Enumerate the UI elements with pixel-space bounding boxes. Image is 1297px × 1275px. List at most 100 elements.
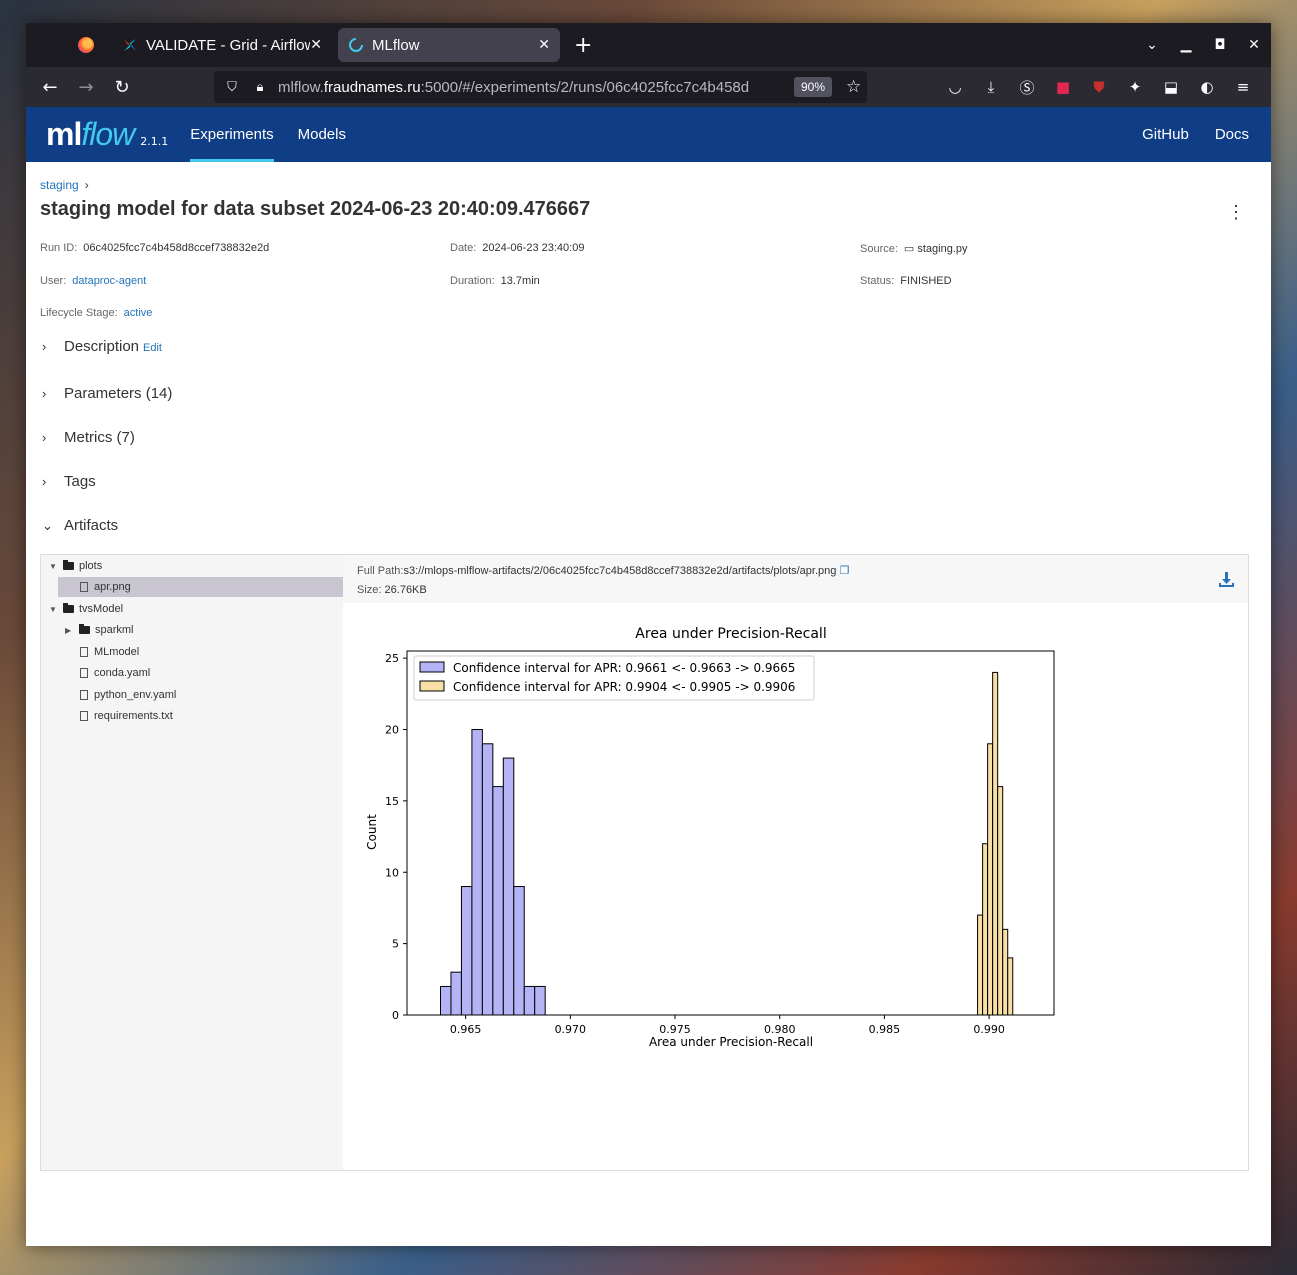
pocket-icon[interactable]: ◡ [937,78,973,96]
histogram-bar-series-1 [492,786,504,1016]
edit-description-link[interactable]: Edit [143,342,162,354]
code-file-icon [80,668,88,678]
forward-icon[interactable]: → [68,77,104,98]
header-links: GitHub Docs [1116,107,1249,162]
tree-label: MLmodel [94,646,140,658]
tree-label: tvsModel [79,603,124,615]
file-icon [80,647,88,657]
histogram-bar-series-1 [534,985,546,1016]
mlflow-logo[interactable]: mlflow [46,116,135,153]
back-icon[interactable]: ← [32,77,68,98]
section-artifacts[interactable]: ⌄ Artifacts [42,517,118,534]
reload-icon[interactable]: ↻ [104,77,140,98]
expanded-triangle-icon: ▼ [49,561,57,571]
zoom-level[interactable]: 90% [794,77,833,97]
x-tick-label: 0.965 [450,1023,482,1036]
loading-icon [348,37,364,53]
section-metrics[interactable]: › Metrics (7) [42,429,135,446]
lock-icon[interactable]: 🔒︎ [250,79,270,95]
histogram-bar-series-2 [982,843,989,1016]
download-icon[interactable] [1218,571,1234,587]
x-tick-label: 0.990 [973,1023,1005,1036]
user-link[interactable]: dataproc-agent [72,275,146,287]
y-tick-label: 0 [392,1009,399,1022]
minimize-icon[interactable]: ▁ [1169,37,1203,53]
tab-strip: VALIDATE - Grid - Airflow ✕ MLflow ✕ + ⌄… [26,23,1271,67]
tree-file-requirements[interactable]: requirements.txt [80,706,173,726]
ublock-icon[interactable]: ⛊ [1081,78,1117,96]
maximize-icon[interactable]: ◘ [1203,37,1237,53]
date-value: 2024-06-23 23:40:09 [482,242,585,254]
url-path: :5000/#/experiments/2/runs/06c4025fcc7c4… [420,78,750,96]
tree-label: conda.yaml [94,667,151,679]
section-artifacts-label: Artifacts [64,517,119,534]
paw-extension-icon[interactable]: ✦ [1117,78,1153,96]
histogram-bar-series-1 [513,886,525,1016]
docs-link[interactable]: Docs [1215,126,1249,143]
close-tab-icon[interactable]: ✕ [310,37,322,53]
lock-extension-icon[interactable]: ■ [1045,78,1081,96]
histogram-bar-series-2 [977,914,984,1016]
image-file-icon [80,582,88,592]
y-tick-label: 10 [385,866,399,879]
tab-mlflow[interactable]: MLflow ✕ [338,28,560,62]
breadcrumb-staging[interactable]: staging [40,178,79,192]
new-tab-button[interactable]: + [574,33,592,58]
section-description[interactable]: › Description Edit [42,338,162,355]
tree-folder-plots[interactable]: ▼ plots [49,556,102,576]
list-tabs-icon[interactable]: ⌄ [1135,37,1169,53]
address-bar[interactable]: ⛉ 🔒︎ mlflow.fraudnames.ru:5000/#/experim… [214,71,867,103]
y-tick-label: 15 [385,795,399,808]
tree-folder-sparkml[interactable]: ▶ sparkml [65,620,134,640]
run-id-key: Run ID: [40,242,78,254]
status-field: Status: FINISHED [860,275,952,287]
logo-ml: ml [46,116,82,152]
firefox-icon[interactable] [78,37,94,53]
run-id-field: Run ID: 06c4025fcc7c4b458d8ccef738832e2d [40,242,269,254]
close-window-icon[interactable]: ✕ [1237,37,1271,53]
histogram-bar-series-1 [440,985,452,1016]
downloads-icon[interactable]: ⤓ [973,78,1009,96]
x-tick-label: 0.985 [869,1023,901,1036]
laptop-icon: ▭ [903,243,918,255]
tab-airflow[interactable]: VALIDATE - Grid - Airflow ✕ [112,28,332,62]
artifact-path: Full Path:s3://mlops-mlflow-artifacts/2/… [357,564,849,577]
extensions-icon[interactable]: ⬓ [1153,78,1189,96]
tree-folder-tvsmodel[interactable]: ▼ tvsModel [49,599,123,619]
tree-file-python-env[interactable]: python_env.yaml [80,685,176,705]
apr-histogram-chart: Area under Precision-Recall Count Area u… [365,626,1055,1047]
tree-file-conda[interactable]: conda.yaml [80,663,150,683]
close-tab-icon[interactable]: ✕ [538,37,550,53]
lifecycle-key: Lifecycle Stage: [40,307,118,319]
section-tags-label: Tags [64,473,96,490]
tree-label: plots [79,560,103,572]
section-tags[interactable]: › Tags [42,473,96,490]
nav-experiments[interactable]: Experiments [190,107,274,162]
chart-title: Area under Precision-Recall [635,626,826,642]
url-host: fraudnames.ru [323,78,421,96]
histogram-bar-series-1 [450,971,462,1016]
nav-models[interactable]: Models [298,107,346,162]
y-axis-label: Count [365,814,379,850]
tab-mlflow-label: MLflow [372,36,420,54]
tree-file-mlmodel[interactable]: MLmodel [80,642,139,662]
menu-icon[interactable]: ≡ [1225,78,1261,96]
window-controls: ⌄ ▁ ◘ ✕ [1135,23,1271,67]
legend-label: Confidence interval for APR: 0.9904 <- 0… [453,680,795,694]
copy-icon[interactable]: ❐ [839,565,849,577]
browser-window: VALIDATE - Grid - Airflow ✕ MLflow ✕ + ⌄… [26,23,1271,1246]
histogram-bar-series-1 [460,886,473,1016]
code-file-icon [80,690,88,700]
bookmark-star-icon[interactable]: ☆ [846,77,861,97]
more-options-icon[interactable]: ⋮ [1227,202,1245,223]
url-text[interactable]: mlflow.fraudnames.ru:5000/#/experiments/… [278,79,788,96]
s-extension-icon[interactable]: Ⓢ [1009,77,1045,98]
source-value: staging.py [917,243,968,255]
profile-extension-icon[interactable]: ◐ [1189,78,1225,96]
path-key: Full Path: [357,565,404,577]
histogram-bar-series-1 [481,743,494,1016]
tree-file-apr[interactable]: apr.png [58,577,343,597]
github-link[interactable]: GitHub [1142,126,1189,143]
shield-icon[interactable]: ⛉ [222,79,242,95]
section-parameters[interactable]: › Parameters (14) [42,385,172,402]
